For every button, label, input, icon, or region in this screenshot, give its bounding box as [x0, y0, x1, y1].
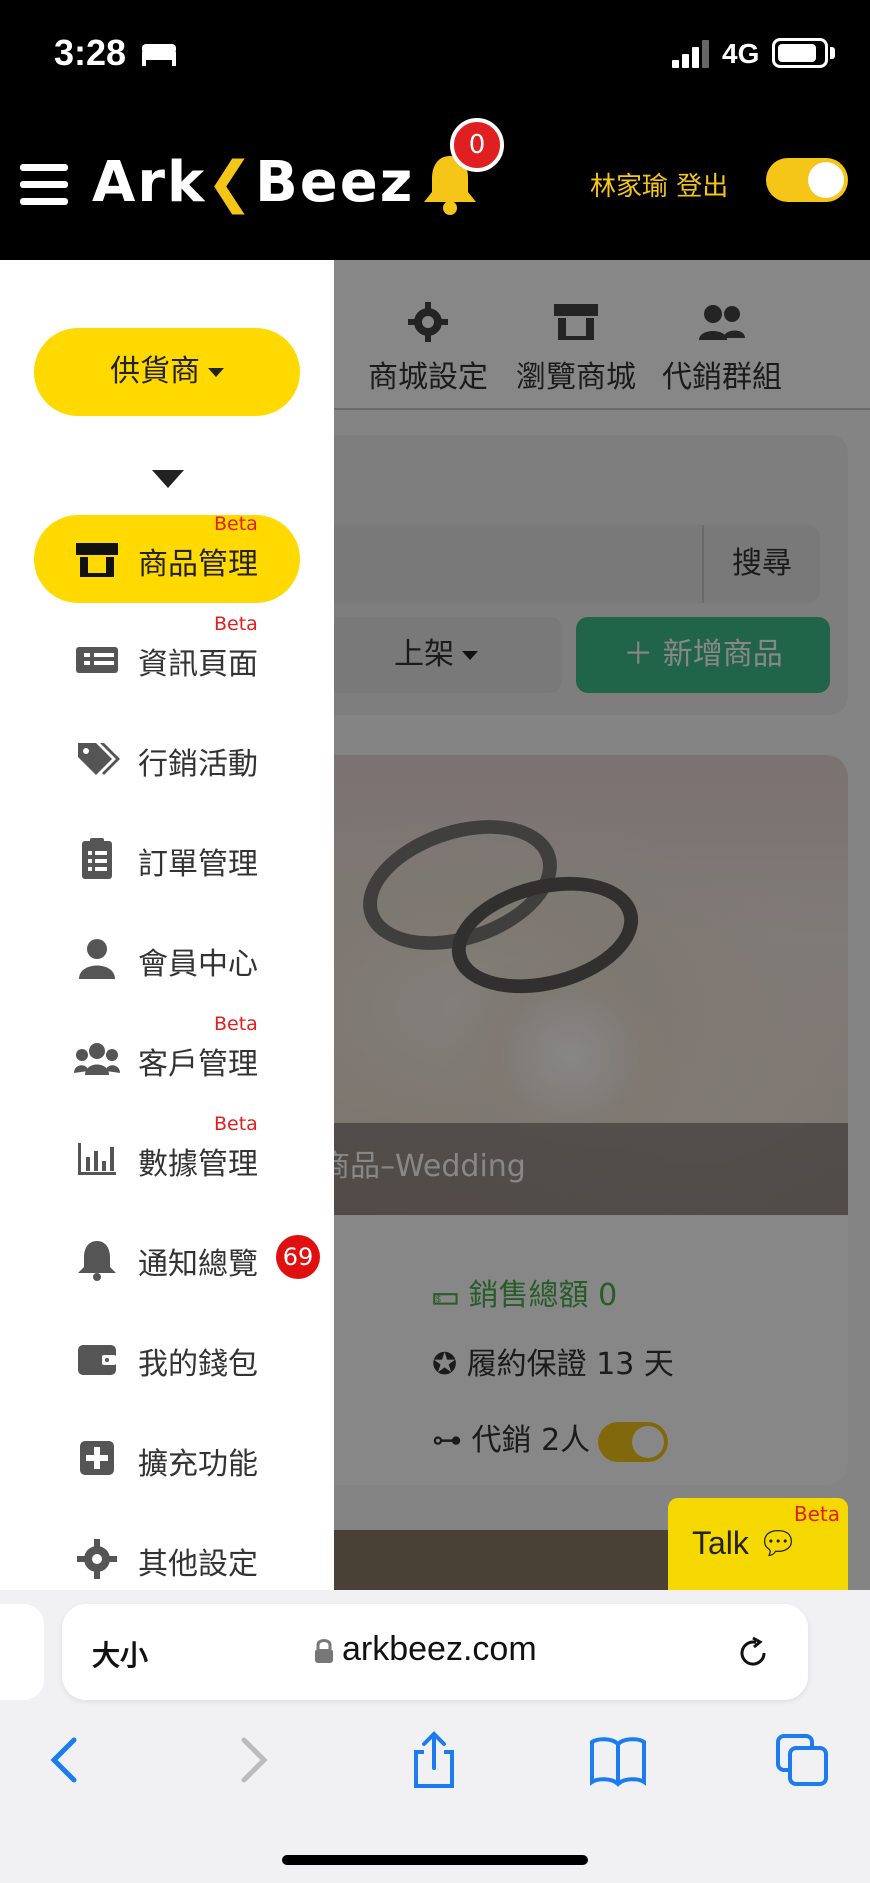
- forward-icon[interactable]: [222, 1730, 282, 1790]
- sidebar-item-customers[interactable]: 客戶管理 Beta: [34, 1013, 300, 1103]
- wallet-icon: [78, 1345, 116, 1375]
- store-icon: [76, 543, 118, 577]
- sidebar-item-other-settings[interactable]: 其他設定: [34, 1515, 300, 1590]
- back-icon[interactable]: [36, 1730, 96, 1790]
- address-bar[interactable]: 大小 arkbeez.com: [62, 1604, 808, 1700]
- notification-count-badge: 0: [450, 118, 504, 172]
- previous-tab-peek[interactable]: [0, 1604, 44, 1700]
- sidebar-item-notifications[interactable]: 通知總覽 69: [34, 1215, 320, 1303]
- collapse-arrow-icon[interactable]: [152, 470, 184, 488]
- signal-icon: [672, 40, 709, 68]
- users-icon: [74, 1043, 120, 1075]
- battery-tip: [830, 47, 835, 59]
- share-icon[interactable]: [404, 1730, 464, 1790]
- user-name-text: 林家瑜: [590, 172, 669, 202]
- user-name: 林家瑜 登出: [590, 166, 728, 203]
- bell-icon: [78, 1241, 116, 1281]
- user-icon: [79, 939, 115, 979]
- arkbeez-logo[interactable]: Ark❮Beez: [92, 150, 414, 215]
- battery-icon: [772, 38, 828, 68]
- hamburger-menu-icon[interactable]: [20, 164, 68, 206]
- tabs-icon[interactable]: [772, 1730, 832, 1790]
- sidebar-item-members[interactable]: 會員中心: [34, 915, 300, 1003]
- talk-beta-label: Beta: [793, 1502, 840, 1526]
- chat-bubble-icon: 💬︎: [757, 1525, 799, 1561]
- sidebar-drawer: 供貨商 商品管理 Beta 資訊頁面 Beta 行銷活動 訂單管理 會員中心 客…: [0, 260, 334, 1590]
- home-indicator: [282, 1855, 588, 1865]
- browser-toolbar: 大小 arkbeez.com: [0, 1590, 870, 1883]
- gear-icon: [77, 1539, 117, 1579]
- notification-count-badge: 69: [276, 1235, 320, 1279]
- clipboard-icon: [82, 838, 112, 879]
- newspaper-icon: [76, 647, 118, 673]
- sidebar-item-extensions[interactable]: 擴充功能: [34, 1415, 300, 1503]
- sidebar-item-products[interactable]: 商品管理 Beta: [34, 513, 300, 603]
- sidebar-item-marketing[interactable]: 行銷活動: [34, 715, 300, 803]
- bookmarks-icon[interactable]: [588, 1730, 648, 1790]
- page-size-button[interactable]: 大小: [92, 1634, 148, 1674]
- sidebar-item-info-pages[interactable]: 資訊頁面 Beta: [34, 613, 300, 703]
- sidebar-item-orders[interactable]: 訂單管理: [34, 815, 300, 903]
- network-type: 4G: [722, 38, 760, 69]
- plus-square-icon: [80, 1441, 114, 1475]
- role-dropdown[interactable]: 供貨商: [34, 328, 300, 416]
- reload-icon[interactable]: [734, 1634, 772, 1672]
- sidebar-item-wallet[interactable]: 我的錢包: [34, 1315, 300, 1403]
- theme-toggle[interactable]: [766, 158, 848, 202]
- sleep-bed-icon: [142, 44, 176, 66]
- lock-icon: [315, 1639, 333, 1663]
- talk-chat-button[interactable]: Beta Talk 💬︎: [668, 1498, 848, 1590]
- sidebar-item-analytics[interactable]: 數據管理 Beta: [34, 1113, 300, 1203]
- chart-icon: [78, 1143, 116, 1175]
- url-text[interactable]: arkbeez.com: [342, 1630, 537, 1669]
- status-bar: 3:28 4G: [0, 0, 870, 104]
- status-time: 3:28: [54, 32, 127, 73]
- logout-link[interactable]: 登出: [676, 172, 728, 202]
- tags-icon: [78, 743, 120, 775]
